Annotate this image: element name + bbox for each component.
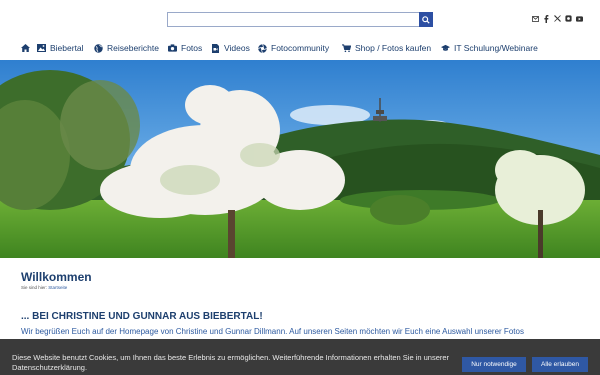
cookie-banner: Diese Website benutzt Cookies, um Ihnen … (0, 339, 600, 375)
search-input[interactable] (167, 12, 423, 27)
instagram-icon[interactable] (565, 14, 572, 23)
nav-item-videos[interactable]: Videos (211, 43, 250, 53)
nav-item-fotos[interactable]: Fotos (168, 43, 202, 53)
globe-icon (94, 43, 103, 53)
home-icon (21, 43, 30, 52)
cart-icon (342, 43, 351, 53)
nav-label-videos: Videos (224, 43, 250, 53)
film-file-icon (211, 43, 220, 53)
nav-label-biebertal: Biebertal (50, 43, 84, 53)
top-bar (0, 0, 600, 38)
main-navigation: Biebertal Reiseberichte Fotos Videos Fot… (0, 38, 600, 60)
mail-icon[interactable] (532, 14, 539, 23)
breadcrumb-prefix: Sie sind hier: (21, 285, 48, 290)
breadcrumb-link-home[interactable]: Startseite (48, 285, 67, 290)
cookie-necessary-button[interactable]: Nur notwendige (462, 357, 526, 372)
nav-label-shop: Shop / Fotos kaufen (355, 43, 432, 53)
nav-label-fotocommunity: Fotocommunity (271, 43, 330, 53)
nav-label-reiseberichte: Reiseberichte (107, 43, 159, 53)
x-icon[interactable] (554, 14, 561, 23)
search-icon (422, 11, 430, 29)
search-button[interactable] (419, 12, 433, 27)
nav-item-biebertal[interactable]: Biebertal (37, 43, 84, 53)
camera-icon (168, 44, 177, 53)
breadcrumb: Sie sind hier: Startseite (21, 285, 67, 290)
welcome-headline: ... BEI CHRISTINE UND GUNNAR AUS BIEBERT… (21, 311, 263, 322)
facebook-icon[interactable] (543, 14, 550, 23)
intro-text: Wir begrüßen Euch auf der Homepage von C… (21, 327, 524, 336)
nav-label-it-schulung: IT Schulung/Webinare (454, 43, 538, 53)
nav-label-fotos: Fotos (181, 43, 203, 53)
graduation-cap-icon (441, 44, 450, 53)
page-title: Willkommen (21, 270, 92, 284)
cookie-text: Diese Website benutzt Cookies, um Ihnen … (12, 353, 450, 372)
aperture-icon (258, 43, 267, 53)
nav-item-it-schulung[interactable]: IT Schulung/Webinare (441, 43, 538, 53)
nav-item-reiseberichte[interactable]: Reiseberichte (94, 43, 159, 53)
nav-item-shop[interactable]: Shop / Fotos kaufen (342, 43, 431, 53)
youtube-icon[interactable] (576, 14, 583, 23)
nav-item-fotocommunity[interactable]: Fotocommunity (258, 43, 329, 53)
image-icon (37, 44, 46, 53)
social-links (532, 14, 583, 23)
hero-image (0, 60, 600, 258)
cookie-accept-all-button[interactable]: Alle erlauben (532, 357, 588, 372)
nav-item-home[interactable] (21, 43, 30, 52)
